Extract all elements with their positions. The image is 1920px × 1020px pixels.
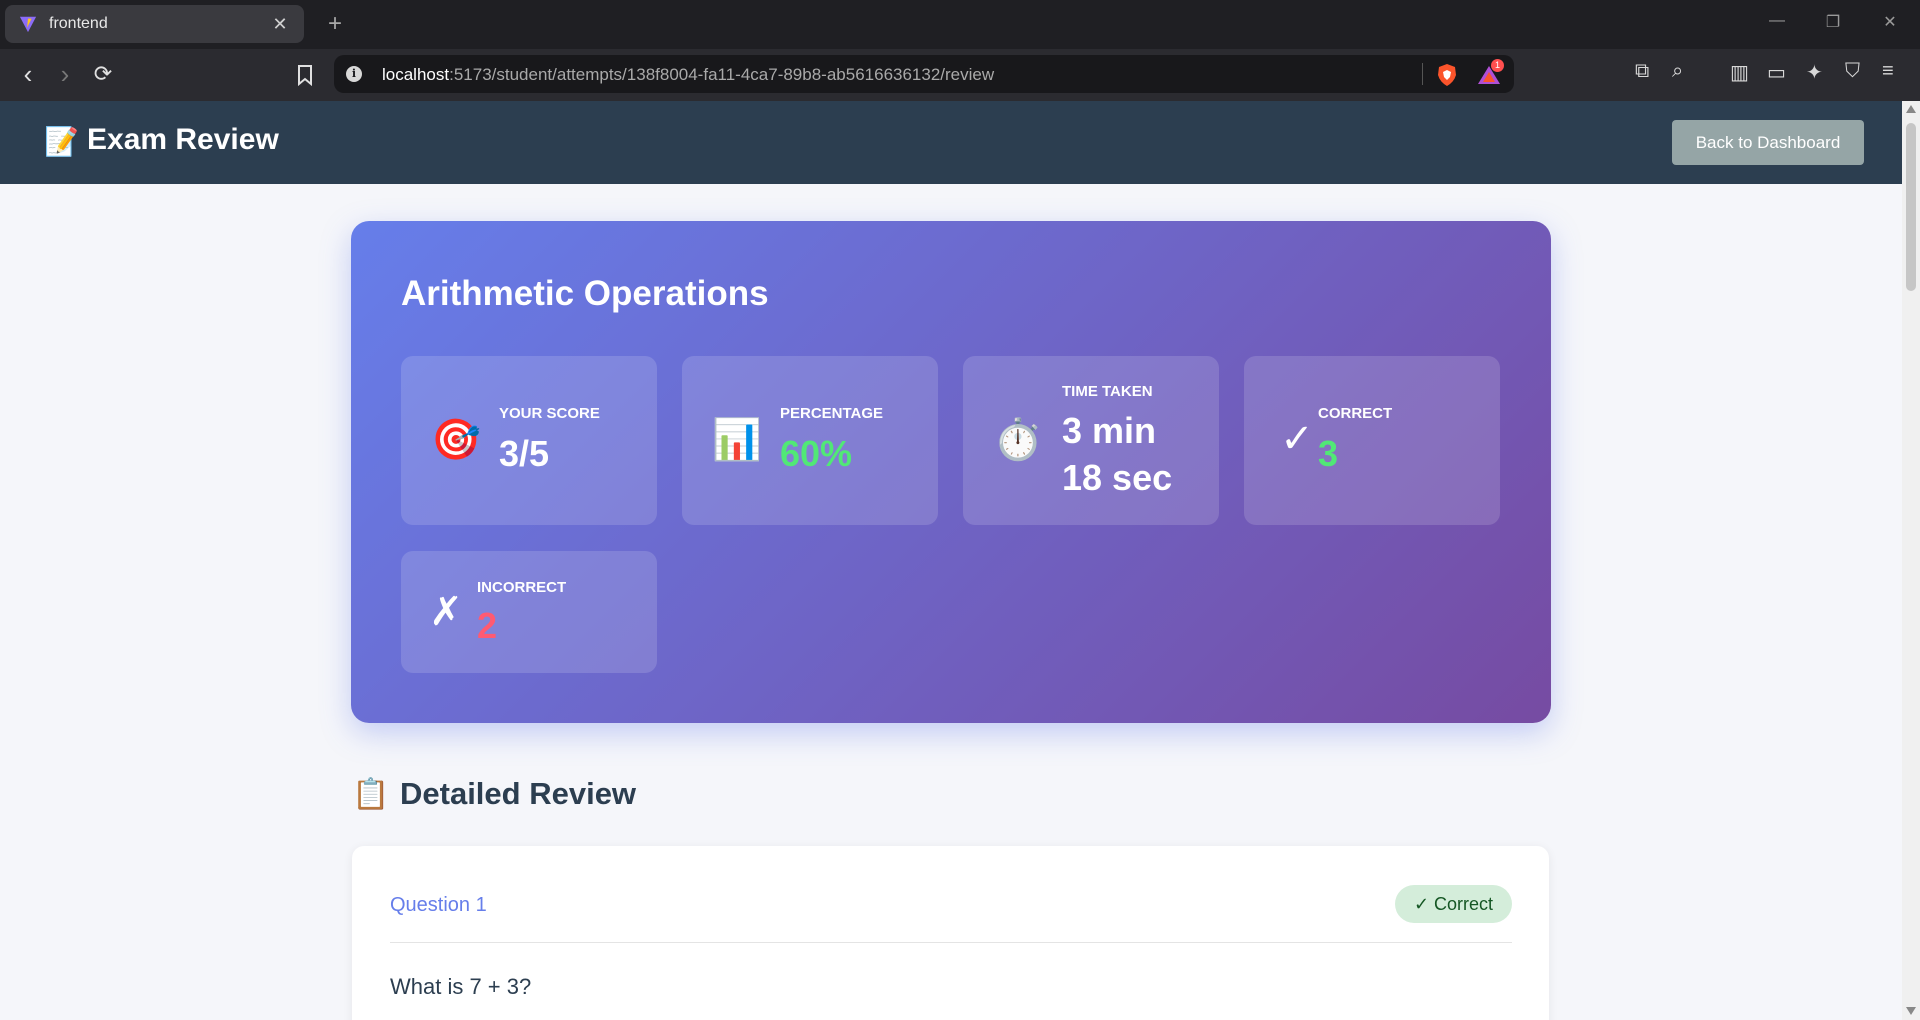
- stat-label: Incorrect: [477, 579, 567, 596]
- browser-toolbar: ‹ › ⟳ i localhost:5173/student/attempts/…: [0, 49, 1920, 101]
- new-tab-icon[interactable]: +: [320, 10, 350, 38]
- check-mark-icon: ✓: [1280, 417, 1314, 461]
- question-text: What is 7 + 3?: [390, 974, 532, 999]
- stopwatch-icon: ⏱️: [993, 418, 1043, 462]
- stat-card-score: 🎯 Your Score 3/5: [401, 356, 657, 525]
- stat-label: Correct: [1318, 405, 1393, 422]
- browser-tabbar: frontend ✕ + — ❐ ✕: [0, 0, 1920, 49]
- rewards-badge: 1: [1491, 59, 1504, 72]
- bar-chart-icon: 📊: [712, 418, 762, 462]
- vite-logo-icon: [19, 16, 37, 33]
- detailed-review-heading: Detailed Review: [400, 776, 637, 811]
- sidebar-icon[interactable]: ▥: [1730, 60, 1749, 85]
- question-card: Question 1 ✓ Correct What is 7 + 3?: [352, 846, 1549, 1020]
- stat-label: Percentage: [780, 405, 884, 422]
- stat-card-time: ⏱️ Time Taken 3 min 18 sec: [963, 356, 1219, 525]
- forward-arrow-icon[interactable]: ›: [51, 61, 79, 89]
- back-to-dashboard-button[interactable]: Back to Dashboard: [1672, 120, 1864, 165]
- app-header: 📝 Exam Review Back to Dashboard: [0, 101, 1902, 184]
- stat-value-incorrect: 2: [477, 605, 498, 646]
- stat-card-correct: ✓ Correct 3: [1244, 356, 1500, 525]
- stat-value-time-minutes: 3 min: [1062, 410, 1157, 451]
- tab-close-icon[interactable]: ✕: [270, 14, 290, 35]
- leo-ai-icon[interactable]: ✦: [1806, 60, 1823, 85]
- stat-value-correct: 3: [1318, 433, 1339, 474]
- address-bar[interactable]: i localhost:5173/student/attempts/138f80…: [334, 55, 1514, 93]
- reload-icon[interactable]: ⟳: [89, 61, 117, 89]
- brave-shield-icon[interactable]: [1436, 63, 1458, 87]
- exam-summary-card: Arithmetic Operations 🎯 Your Score 3/5 📊…: [351, 221, 1551, 723]
- page-search-icon[interactable]: ⌕: [1672, 60, 1683, 83]
- address-separator: [1422, 63, 1423, 85]
- stat-value-percentage: 60%: [780, 433, 853, 474]
- minimize-icon[interactable]: —: [1762, 12, 1792, 30]
- stat-card-percentage: 📊 Percentage 60%: [682, 356, 938, 525]
- wallet-icon[interactable]: ▭: [1767, 60, 1786, 85]
- question-number: Question 1: [390, 894, 487, 916]
- memo-icon: 📝: [44, 126, 79, 157]
- extensions-icon[interactable]: ⧉: [1635, 60, 1649, 83]
- stat-label: Time Taken: [1062, 383, 1153, 400]
- close-window-icon[interactable]: ✕: [1875, 12, 1905, 32]
- target-icon: 🎯: [431, 418, 481, 462]
- back-arrow-icon[interactable]: ‹: [14, 61, 42, 89]
- menu-icon[interactable]: ≡: [1882, 60, 1894, 83]
- page-scrollbar[interactable]: [1902, 101, 1920, 1020]
- scroll-thumb[interactable]: [1906, 123, 1916, 291]
- status-badge: ✓ Correct: [1395, 885, 1512, 923]
- stat-card-incorrect: ✗ Incorrect 2: [401, 551, 657, 673]
- cross-mark-icon: ✗: [429, 590, 463, 634]
- site-info-icon[interactable]: i: [346, 66, 362, 82]
- restore-icon[interactable]: ❐: [1818, 12, 1848, 32]
- scroll-down-arrow-icon[interactable]: [1906, 1007, 1916, 1015]
- browser-tab[interactable]: frontend ✕: [5, 5, 304, 43]
- page-title: Exam Review: [87, 123, 279, 156]
- clipboard-icon: 📋: [352, 778, 390, 811]
- scroll-up-arrow-icon[interactable]: [1906, 105, 1916, 113]
- tab-title: frontend: [49, 15, 108, 32]
- vpn-icon[interactable]: ⛉: [1845, 60, 1860, 83]
- question-divider: [390, 942, 1512, 943]
- stat-label: Your Score: [499, 405, 600, 422]
- url-text: localhost:5173/student/attempts/138f8004…: [382, 65, 995, 84]
- stat-value-time-seconds: 18 sec: [1062, 457, 1173, 498]
- bookmark-icon[interactable]: [297, 64, 313, 86]
- stat-value-score: 3/5: [499, 433, 550, 474]
- exam-title: Arithmetic Operations: [401, 274, 769, 313]
